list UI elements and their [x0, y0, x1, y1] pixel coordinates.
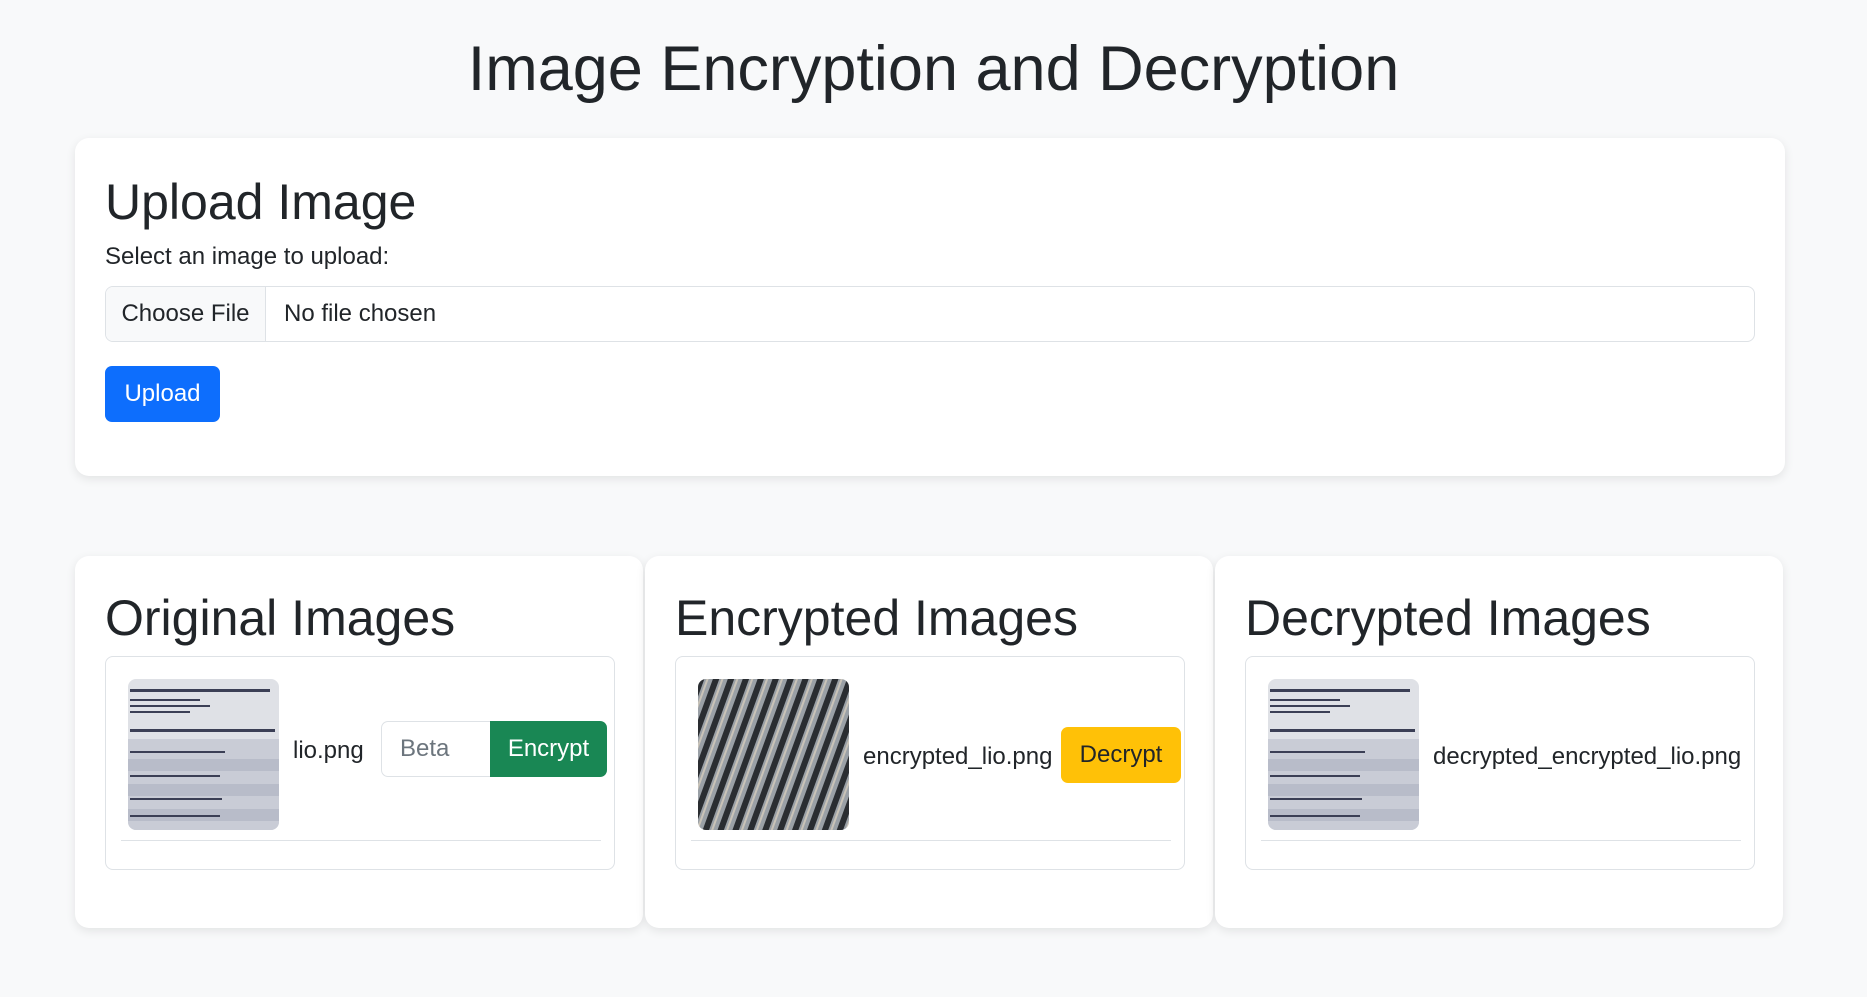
- encrypted-images-heading: Encrypted Images: [675, 590, 1078, 646]
- decrypt-button[interactable]: Decrypt: [1061, 727, 1181, 783]
- encrypt-button[interactable]: Encrypt: [490, 721, 607, 777]
- upload-heading: Upload Image: [105, 174, 417, 230]
- decrypted-images-heading: Decrypted Images: [1245, 590, 1651, 646]
- original-image-thumbnail: [128, 679, 279, 830]
- page-title: Image Encryption and Decryption: [467, 34, 1400, 104]
- choose-file-button[interactable]: Choose File: [106, 287, 266, 341]
- decrypted-filename: decrypted_encrypted_lio.png: [1433, 743, 1742, 770]
- upload-label: Select an image to upload:: [105, 243, 390, 270]
- original-images-list: lio.png Encrypt: [105, 656, 615, 870]
- encrypted-images-list: encrypted_lio.png Decrypt: [675, 656, 1185, 870]
- original-filename: lio.png: [293, 737, 364, 764]
- list-item: decrypted_encrypted_lio.png: [1261, 657, 1741, 841]
- decrypted-images-card: Decrypted Images decrypted_encrypted_lio…: [1215, 556, 1783, 928]
- decrypted-image-thumbnail: [1268, 679, 1419, 830]
- file-input[interactable]: Choose File No file chosen: [105, 286, 1755, 342]
- encrypted-filename: encrypted_lio.png: [863, 743, 1053, 770]
- decrypted-images-list: decrypted_encrypted_lio.png: [1245, 656, 1755, 870]
- beta-input[interactable]: [381, 721, 491, 777]
- original-images-heading: Original Images: [105, 590, 456, 646]
- original-images-card: Original Images lio.png Beta Encrypt: [75, 556, 643, 928]
- list-item: lio.png Encrypt: [121, 657, 607, 841]
- encrypted-image-thumbnail: [698, 679, 849, 830]
- upload-button[interactable]: Upload: [105, 366, 220, 422]
- file-status: No file chosen: [284, 300, 437, 327]
- encrypted-images-card: Encrypted Images encrypted_lio.png Decry…: [645, 556, 1213, 928]
- upload-card: Upload Image Select an image to upload: …: [75, 138, 1785, 476]
- list-item: encrypted_lio.png Decrypt: [691, 657, 1181, 841]
